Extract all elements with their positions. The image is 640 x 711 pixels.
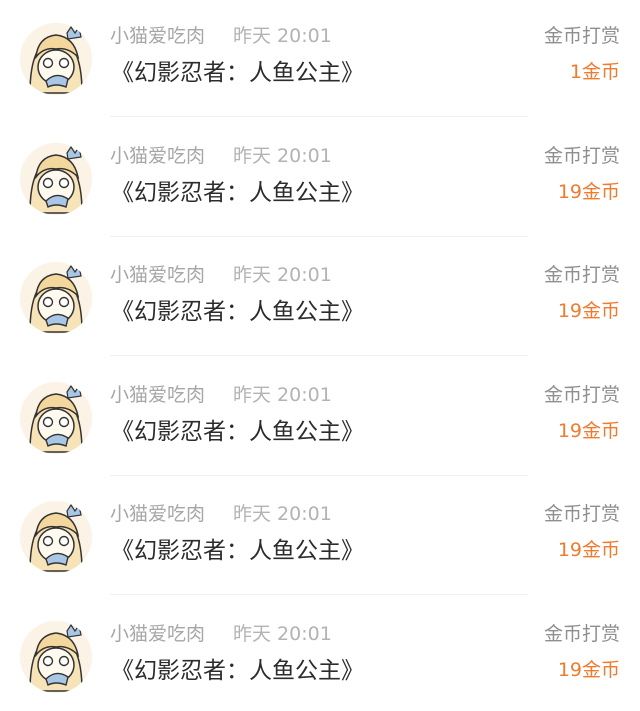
reward-record-row[interactable]: 小猫爱吃肉 昨天 20:01 《幻影忍者：人鱼公主》 金币打赏 19金币 [0,120,640,240]
username[interactable]: 小猫爱吃肉 [110,144,205,168]
reward-time: 昨天 20:01 [233,622,332,645]
row-divider [110,594,528,595]
book-title[interactable]: 《幻影忍者：人鱼公主》 [111,417,364,447]
reward-amount: 19金币 [557,539,620,561]
book-title[interactable]: 《幻影忍者：人鱼公主》 [111,656,364,686]
row-divider [110,474,528,476]
reward-type: 金币打赏 [543,383,620,406]
row-divider [110,355,528,356]
username[interactable]: 小猫爱吃肉 [110,263,205,287]
user-avatar-icon[interactable] [20,23,92,95]
reward-type: 金币打赏 [543,503,620,525]
username[interactable]: 小猫爱吃肉 [110,502,205,526]
reward-record-row[interactable]: 小猫爱吃肉 昨天 20:01 《幻影忍者：人鱼公主》 金币打赏 1金币 [0,0,640,120]
reward-type: 金币打赏 [543,622,620,645]
user-avatar-icon[interactable] [20,620,92,693]
reward-amount: 19金币 [557,300,620,322]
user-avatar-icon[interactable] [20,501,92,573]
row-divider [110,235,528,237]
reward-type: 金币打赏 [543,144,620,167]
reward-time: 昨天 20:01 [233,144,332,167]
user-avatar-icon[interactable] [20,142,92,215]
book-title[interactable]: 《幻影忍者：人鱼公主》 [111,58,364,88]
reward-type: 金币打赏 [543,264,620,286]
reward-time: 昨天 20:01 [233,25,332,47]
book-title[interactable]: 《幻影忍者：人鱼公主》 [111,536,364,566]
username[interactable]: 小猫爱吃肉 [110,24,205,48]
reward-record-row[interactable]: 小猫爱吃肉 昨天 20:01 《幻影忍者：人鱼公主》 金币打赏 19金币 [0,598,640,711]
user-avatar-icon[interactable] [20,262,92,334]
reward-time: 昨天 20:01 [233,264,332,286]
reward-amount: 19金币 [557,180,620,203]
reward-amount: 19金币 [557,658,620,681]
book-title[interactable]: 《幻影忍者：人鱼公主》 [111,178,364,208]
user-avatar-icon[interactable] [20,381,92,454]
reward-record-row[interactable]: 小猫爱吃肉 昨天 20:01 《幻影忍者：人鱼公主》 金币打赏 19金币 [0,359,640,479]
reward-time: 昨天 20:01 [233,383,332,406]
reward-amount: 1金币 [569,61,620,83]
row-divider [110,116,528,117]
reward-time: 昨天 20:01 [233,503,332,525]
book-title[interactable]: 《幻影忍者：人鱼公主》 [111,297,364,327]
reward-record-row[interactable]: 小猫爱吃肉 昨天 20:01 《幻影忍者：人鱼公主》 金币打赏 19金币 [0,239,640,359]
username[interactable]: 小猫爱吃肉 [110,383,205,407]
reward-record-row[interactable]: 小猫爱吃肉 昨天 20:01 《幻影忍者：人鱼公主》 金币打赏 19金币 [0,478,640,598]
reward-amount: 19金币 [557,419,620,442]
username[interactable]: 小猫爱吃肉 [110,622,205,646]
reward-type: 金币打赏 [543,25,620,47]
reward-record-list: 小猫爱吃肉 昨天 20:01 《幻影忍者：人鱼公主》 金币打赏 1金币 小猫爱吃… [0,0,640,711]
